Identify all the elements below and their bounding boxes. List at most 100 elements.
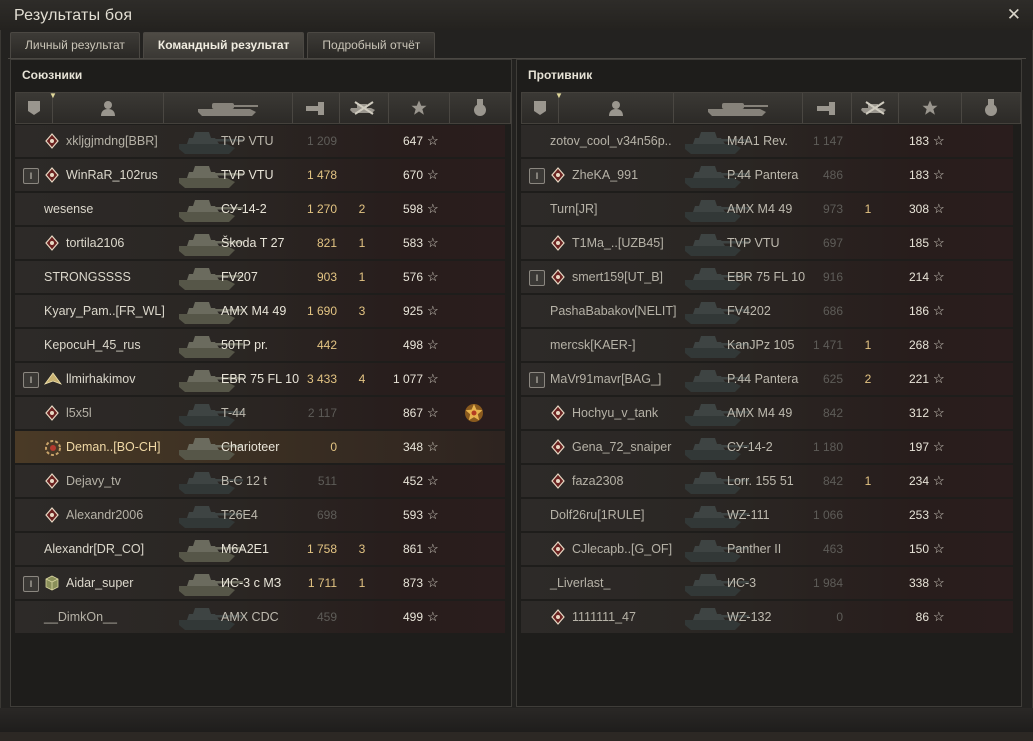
damage-value: 698	[316, 508, 337, 522]
diamond-badge-icon	[550, 609, 566, 625]
table-row[interactable]: Alexandr[DR_CO] M6A2E1 1 758 3 861 ☆	[15, 533, 505, 565]
column-header-player[interactable]	[559, 93, 674, 123]
column-header-medal[interactable]	[962, 93, 1020, 123]
vehicle-name: WZ-111	[727, 508, 770, 522]
table-row[interactable]: Hochyu_v_tank AMX M4 49 842 312 ☆	[521, 397, 1013, 429]
table-row[interactable]: T1Ma_..[UZB45] TVP VTU 697 185 ☆	[521, 227, 1013, 259]
vehicle-name: Charioteer	[221, 440, 280, 454]
close-icon[interactable]: ✕	[1007, 6, 1021, 24]
damage-value: 686	[822, 304, 843, 318]
column-header-tank[interactable]	[674, 93, 803, 123]
xp-star-icon: ☆	[427, 541, 439, 556]
table-row[interactable]: Turn[JR] AMX M4 49 973 1 308 ☆	[521, 193, 1013, 225]
table-row[interactable]: mercsk[KAER-] KanJPz 105 1 471 1 268 ☆	[521, 329, 1013, 361]
vehicle-name: FV4202	[727, 304, 771, 318]
vehicle-name: ИС-3 с МЗ	[221, 576, 282, 590]
table-row[interactable]: STRONGSSSS FV207 903 1 576 ☆	[15, 261, 505, 293]
column-header-kills[interactable]	[340, 93, 389, 123]
vehicle-name: 50TP pr.	[221, 338, 269, 352]
table-row[interactable]: zotov_cool_v34n56p.. M4A1 Rev. 1 147 183 ☆	[521, 125, 1013, 157]
xp-value: 498	[402, 338, 423, 352]
table-row[interactable]: Dejavy_tv B-C 12 t 511 452 ☆	[15, 465, 505, 497]
player-name: mercsk[KAER-]	[550, 338, 636, 352]
table-row[interactable]: Alexandr2006 T26E4 698 593 ☆	[15, 499, 505, 531]
damage-value: 1 758	[306, 542, 337, 556]
table-row[interactable]: Dolf26ru[1RULE] WZ-111 1 066 253 ☆	[521, 499, 1013, 531]
xp-value: 268	[908, 338, 929, 352]
player-name: zotov_cool_v34n56p..	[550, 134, 672, 148]
diamond-badge-icon	[44, 133, 60, 149]
xp-star-icon: ☆	[933, 439, 945, 454]
table-row[interactable]: l5x5l T-44 2 117 867 ☆	[15, 397, 505, 429]
vehicle-name: AMX CDC	[221, 610, 279, 624]
xp-star-icon: ☆	[427, 609, 439, 624]
table-row[interactable]: __DimkOn__ AMX CDC 459 499 ☆	[15, 601, 505, 633]
column-header-platoon[interactable]: ▼	[16, 91, 57, 123]
table-row[interactable]: I MaVr91mavr[BAG_] P.44 Pantera 625 2 221 ☆	[521, 363, 1013, 395]
table-row[interactable]: _Liverlast_ ИС-3 1 984 338 ☆	[521, 567, 1013, 599]
table-row[interactable]: xkljgjmdng[BBR] TVP VTU 1 209 647 ☆	[15, 125, 505, 157]
diamond-badge-icon	[44, 507, 60, 523]
xp-star-icon: ☆	[933, 303, 945, 318]
xp-star-icon: ☆	[933, 167, 945, 182]
table-row[interactable]: I WinRaR_102rus TVP VTU 1 478 670 ☆	[15, 159, 505, 191]
allies-column-header: ▼	[15, 91, 511, 124]
table-row[interactable]: wesense СУ-14-2 1 270 2 598 ☆	[15, 193, 505, 225]
column-header-xp-star[interactable]	[389, 93, 450, 123]
column-header-platoon[interactable]: ▼	[522, 91, 563, 123]
kills-value: 3	[358, 304, 366, 318]
table-row[interactable]: tortila2106 Škoda T 27 821 1 583 ☆	[15, 227, 505, 259]
table-row[interactable]: Ismert159[UT_B] EBR 75 FL 10 916 214 ☆	[521, 261, 1013, 293]
tab-team-result[interactable]: Командный результат	[142, 32, 305, 58]
platoon-icon	[533, 100, 547, 116]
medal-icon	[984, 99, 998, 117]
platoon-icon	[27, 100, 41, 116]
xp-star-icon: ☆	[933, 575, 945, 590]
enemies-panel: Противник ▼ zotov_cool_v34n56p.. M4A1 Rev…	[516, 59, 1022, 707]
xp-star-icon: ☆	[933, 201, 945, 216]
tab-bar: Личный результат Командный результат Под…	[10, 32, 436, 58]
column-header-damage[interactable]	[803, 93, 852, 123]
xp-star-icon	[410, 99, 428, 117]
damage-value: 1 209	[306, 134, 337, 148]
player-name: _Liverlast_	[550, 576, 611, 590]
xp-star-icon: ☆	[427, 167, 439, 182]
table-row[interactable]: Illmirhakimov EBR 75 FL 10 3 433 4 1 077 ☆	[15, 363, 505, 395]
table-row[interactable]: faza2308 Lorr. 155 51 842 1 234 ☆	[521, 465, 1013, 497]
column-header-kills[interactable]	[852, 93, 899, 123]
vehicle-name: СУ-14-2	[221, 202, 267, 216]
table-row[interactable]: I ZheKA_991 P.44 Pantera 486 183 ☆	[521, 159, 1013, 191]
damage-value: 1 180	[812, 440, 843, 454]
player-name: xkljgjmdng[BBR]	[66, 134, 158, 148]
column-header-player[interactable]	[53, 93, 164, 123]
medal-icon[interactable]	[463, 402, 485, 424]
table-row[interactable]: 1111111_47 WZ-132 0 86 ☆	[521, 601, 1013, 633]
damage-value: 973	[822, 202, 843, 216]
xp-star-icon: ☆	[933, 133, 945, 148]
table-row[interactable]: PashaBabakov[NELIT] FV4202 686 186 ☆	[521, 295, 1013, 327]
player-name: Turn[JR]	[550, 202, 598, 216]
diamond-badge-icon	[550, 405, 566, 421]
tab-personal-result[interactable]: Личный результат	[10, 32, 140, 58]
table-row[interactable]: I Aidar_super ИС-3 с МЗ 1 711 1 873 ☆	[15, 567, 505, 599]
tab-detailed-report[interactable]: Подробный отчёт	[307, 32, 436, 58]
column-header-damage[interactable]	[293, 93, 340, 123]
table-row[interactable]: Deman..[BO-CH] Charioteer 0 348 ☆	[15, 431, 505, 463]
damage-value: 0	[330, 440, 337, 454]
column-header-tank[interactable]	[164, 93, 293, 123]
kills-value: 1	[358, 236, 366, 250]
damage-value: 459	[316, 610, 337, 624]
table-row[interactable]: Kyary_Pam..[FR_WL] AMX M4 49 1 690 3 925 ☆	[15, 295, 505, 327]
table-row[interactable]: KepocuH_45_rus 50TP pr. 442 498 ☆	[15, 329, 505, 361]
player-name: tortila2106	[66, 236, 125, 250]
xp-star-icon: ☆	[933, 541, 945, 556]
vehicle-name: KanJPz 105	[727, 338, 795, 352]
column-header-xp-star[interactable]	[899, 93, 962, 123]
player-name: CJlecapb..[G_OF]	[572, 542, 673, 556]
player-name: wesense	[44, 202, 94, 216]
gear-badge-icon	[44, 439, 61, 456]
table-row[interactable]: Gena_72_snaiper СУ-14-2 1 180 197 ☆	[521, 431, 1013, 463]
column-header-medal[interactable]	[450, 93, 510, 123]
table-row[interactable]: CJlecapb..[G_OF] Panther II 463 150 ☆	[521, 533, 1013, 565]
player-name: llmirhakimov	[66, 372, 136, 386]
